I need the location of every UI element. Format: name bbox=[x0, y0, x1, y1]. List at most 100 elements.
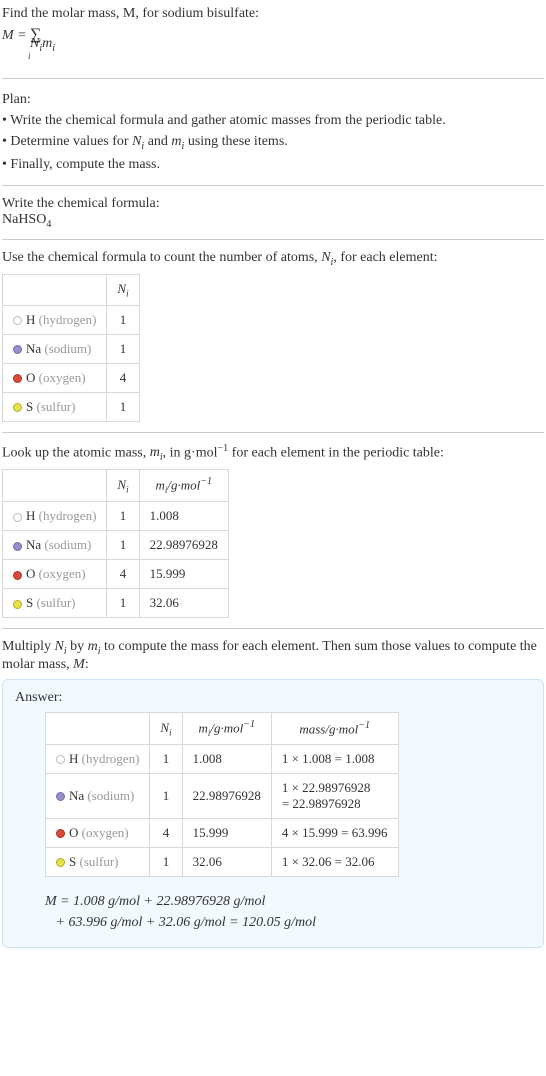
ni-header: Ni bbox=[107, 470, 139, 502]
ni-sym: N bbox=[117, 281, 126, 296]
oxygen-dot-icon bbox=[13, 374, 22, 383]
s-name: (sulfur) bbox=[76, 854, 118, 869]
intro-section: Find the molar mass, M, for sodium bisul… bbox=[2, 4, 544, 68]
element-na: Na (sodium) bbox=[46, 773, 150, 818]
element-s: S (sulfur) bbox=[3, 589, 107, 618]
final-line-1: M = 1.008 g/mol + 22.98976928 g/mol bbox=[45, 894, 265, 909]
atomic-mass-table: Ni mi/g·mol−1 H (hydrogen) 1 1.008 Na (s… bbox=[2, 469, 229, 618]
table-row: S (sulfur) 1 32.06 bbox=[3, 589, 229, 618]
o-count: 4 bbox=[150, 818, 182, 847]
o-calc: 4 × 15.999 = 63.996 bbox=[271, 818, 398, 847]
table-row: S (sulfur) 1 bbox=[3, 392, 140, 421]
formula-m-sub: i bbox=[52, 43, 55, 54]
o-name: (oxygen) bbox=[35, 566, 85, 581]
ni-sub: i bbox=[169, 727, 172, 737]
na-symbol: Na bbox=[26, 341, 41, 356]
sulfur-dot-icon bbox=[13, 403, 22, 412]
answer-table: Ni mi/g·mol−1 mass/g·mol−1 H (hydrogen) … bbox=[45, 712, 399, 877]
element-h: H (hydrogen) bbox=[46, 744, 150, 773]
formula-main: NaHSO bbox=[2, 212, 46, 227]
h-name: (hydrogen) bbox=[78, 751, 139, 766]
h-symbol: H bbox=[69, 751, 78, 766]
formula-lhs: M = bbox=[2, 28, 30, 43]
na-symbol: Na bbox=[26, 537, 41, 552]
element-s: S (sulfur) bbox=[46, 847, 150, 876]
o-symbol: O bbox=[26, 370, 35, 385]
h-mass: 1.008 bbox=[182, 744, 271, 773]
table-row: H (hydrogen) 1 1.008 1 × 1.008 = 1.008 bbox=[46, 744, 399, 773]
ni-sub: i bbox=[126, 484, 129, 494]
sodium-dot-icon bbox=[13, 542, 22, 551]
table-header-row: Ni mi/g·mol−1 bbox=[3, 470, 229, 502]
table-row: Na (sodium) 1 bbox=[3, 334, 140, 363]
mi-sup: −1 bbox=[243, 719, 255, 730]
step2-a: Use the chemical formula to count the nu… bbox=[2, 250, 321, 265]
o-symbol: O bbox=[26, 566, 35, 581]
plan-b2-c: using these items. bbox=[184, 134, 287, 149]
na-name: (sodium) bbox=[84, 788, 134, 803]
table-row: Na (sodium) 1 22.98976928 bbox=[3, 531, 229, 560]
formula-N: N bbox=[30, 36, 39, 51]
table-row: S (sulfur) 1 32.06 1 × 32.06 = 32.06 bbox=[46, 847, 399, 876]
s-count: 1 bbox=[107, 392, 139, 421]
divider bbox=[2, 78, 544, 79]
na-count: 1 bbox=[107, 334, 139, 363]
final-line-2: + 63.996 g/mol + 32.06 g/mol = 120.05 g/… bbox=[56, 915, 317, 930]
answer-label: Answer: bbox=[15, 690, 531, 706]
oxygen-dot-icon bbox=[56, 829, 65, 838]
table-row: O (oxygen) 4 15.999 4 × 15.999 = 63.996 bbox=[46, 818, 399, 847]
na-name: (sodium) bbox=[41, 537, 91, 552]
s4d: : bbox=[85, 657, 89, 672]
element-o: O (oxygen) bbox=[3, 560, 107, 589]
multiply-section: Multiply Ni by mi to compute the mass fo… bbox=[2, 639, 544, 948]
plan-title: Plan: bbox=[2, 89, 544, 110]
table-header-row: Ni bbox=[3, 275, 140, 306]
step2-b: , for each element: bbox=[333, 250, 437, 265]
step2-title: Use the chemical formula to count the nu… bbox=[2, 250, 544, 268]
s-name: (sulfur) bbox=[33, 399, 75, 414]
h-calc: 1 × 1.008 = 1.008 bbox=[271, 744, 398, 773]
s-calc: 1 × 32.06 = 32.06 bbox=[271, 847, 398, 876]
empty-header bbox=[3, 470, 107, 502]
s4-mi: mi bbox=[88, 639, 101, 654]
sulfur-dot-icon bbox=[13, 600, 22, 609]
h-count: 1 bbox=[107, 502, 139, 531]
o-mass: 15.999 bbox=[139, 560, 228, 589]
formula-m: m bbox=[42, 36, 52, 51]
table-row: O (oxygen) 4 bbox=[3, 363, 140, 392]
plan-b2-b: and bbox=[144, 134, 171, 149]
sodium-dot-icon bbox=[13, 345, 22, 354]
s4-Ni-sym: N bbox=[55, 639, 64, 654]
ni-sym: N bbox=[117, 477, 126, 492]
na-name: (sodium) bbox=[41, 341, 91, 356]
na-count: 1 bbox=[150, 773, 182, 818]
ni-sub: i bbox=[126, 289, 129, 299]
final-equation: M = 1.008 g/mol + 22.98976928 g/mol + 63… bbox=[45, 891, 531, 933]
formula-sub4: 4 bbox=[46, 218, 51, 229]
divider bbox=[2, 239, 544, 240]
plan-b2-a: • Determine values for bbox=[2, 134, 132, 149]
na-calc-a: 1 × 22.98976928 bbox=[282, 780, 371, 795]
element-na: Na (sodium) bbox=[3, 334, 107, 363]
s3c: for each element in the periodic table: bbox=[228, 445, 444, 460]
plan-bullet-3: • Finally, compute the mass. bbox=[2, 154, 544, 175]
mi-unit: /g·mol bbox=[167, 478, 200, 493]
na-calc-b: = 22.98976928 bbox=[282, 796, 361, 811]
s3a: Look up the atomic mass, bbox=[2, 445, 150, 460]
mi-unit: /g·mol bbox=[210, 720, 243, 735]
element-s: S (sulfur) bbox=[3, 392, 107, 421]
o-name: (oxygen) bbox=[78, 825, 128, 840]
o-symbol: O bbox=[69, 825, 78, 840]
answer-box: Answer: Ni mi/g·mol−1 mass/g·mol−1 H (hy… bbox=[2, 679, 544, 948]
divider bbox=[2, 432, 544, 433]
plan-mi: mi bbox=[171, 134, 184, 149]
o-mass: 15.999 bbox=[182, 818, 271, 847]
table-row: H (hydrogen) 1 bbox=[3, 305, 140, 334]
step3-title: Look up the atomic mass, mi, in g·mol−1 … bbox=[2, 443, 544, 463]
s-name: (sulfur) bbox=[33, 595, 75, 610]
step2-Ni: Ni bbox=[321, 250, 333, 265]
plan-bullet-2: • Determine values for Ni and mi using t… bbox=[2, 131, 544, 154]
h-name: (hydrogen) bbox=[35, 312, 96, 327]
step2-Ni-sym: N bbox=[321, 250, 330, 265]
s3-sup: −1 bbox=[218, 443, 229, 454]
